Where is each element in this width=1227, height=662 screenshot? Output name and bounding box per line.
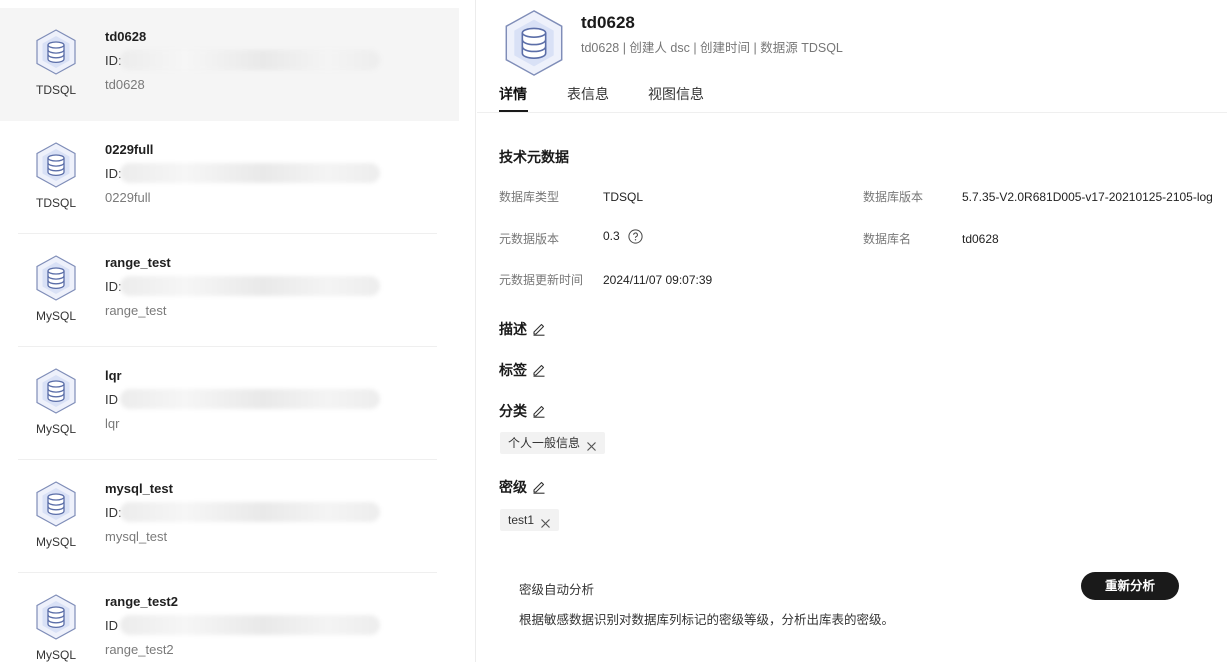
tags-section: 标签 <box>499 360 546 380</box>
db-id-redacted <box>120 502 380 522</box>
db-subtitle: lqr <box>105 416 120 431</box>
db-id-label: ID <box>105 392 118 407</box>
category-tag-label: 个人一般信息 <box>508 436 581 450</box>
close-icon[interactable] <box>586 437 597 459</box>
auto-analysis-description: 根据敏感数据识别对数据库列标记的密级等级，分析出库表的密级。 <box>519 613 895 627</box>
auto-analysis-box: 密级自动分析 重新分析 根据敏感数据识别对数据库列标记的密级等级，分析出库表的密… <box>499 564 1209 634</box>
db-type-label: MySQL <box>35 422 76 436</box>
db-name: lqr <box>105 368 122 383</box>
tab-view-info[interactable]: 视图信息 <box>648 84 704 104</box>
tech-metadata-title: 技术元数据 <box>499 149 569 165</box>
database-icon <box>34 593 78 641</box>
edit-pencil-icon[interactable] <box>532 363 546 380</box>
database-icon <box>34 480 78 528</box>
database-icon <box>34 28 78 76</box>
database-icon <box>501 8 567 78</box>
security-level-title: 密级 <box>499 479 527 495</box>
meta-update-time-label: 元数据更新时间 <box>499 273 584 287</box>
category-title: 分类 <box>499 403 527 419</box>
edit-pencil-icon[interactable] <box>532 480 546 497</box>
tab-bar-divider <box>477 112 1227 113</box>
db-list-item-0229full[interactable]: TDSQL 0229full ID: 0229full <box>0 121 459 234</box>
db-name: mysql_test <box>105 481 173 496</box>
db-list-item-range_test2[interactable]: MySQL range_test2 ID range_test2 <box>0 573 459 662</box>
db-list-item-lqr[interactable]: MySQL lqr ID lqr <box>0 347 459 460</box>
db-subtitle: range_test <box>105 303 167 318</box>
db-id-redacted <box>120 50 380 70</box>
tab-details[interactable]: 详情 <box>499 84 527 104</box>
db-list-item-range_test[interactable]: MySQL range_test ID: range_test <box>0 234 459 347</box>
db-subtitle: 0229full <box>105 190 151 205</box>
db-type-value: TDSQL <box>603 190 644 204</box>
edit-pencil-icon[interactable] <box>532 322 546 339</box>
db-type-label: TDSQL <box>35 196 76 210</box>
close-icon[interactable] <box>540 514 551 536</box>
meta-version-label: 元数据版本 <box>499 232 560 246</box>
db-type-label: MySQL <box>35 648 76 662</box>
db-subtitle: range_test2 <box>105 642 174 657</box>
reanalyze-button[interactable]: 重新分析 <box>1081 572 1179 600</box>
security-level-tag: test1 <box>500 509 560 531</box>
auto-analysis-title: 密级自动分析 <box>519 583 595 597</box>
db-name: range_test2 <box>105 594 178 609</box>
db-type-label: MySQL <box>35 309 76 323</box>
db-type-label: TDSQL <box>35 83 76 97</box>
db-id-label: ID <box>105 618 118 633</box>
db-name: td0628 <box>105 29 147 44</box>
description-section: 描述 <box>499 319 546 339</box>
db-type-label: 数据库类型 <box>499 190 560 204</box>
edit-pencil-icon[interactable] <box>532 404 546 421</box>
help-question-icon[interactable] <box>628 229 643 244</box>
db-id-redacted <box>120 389 380 409</box>
db-name: 0229full <box>105 142 154 157</box>
db-version-label: 数据库版本 <box>863 190 924 204</box>
db-id-redacted <box>120 163 380 183</box>
security-level-section: 密级 <box>499 477 546 497</box>
tab-table-info[interactable]: 表信息 <box>567 84 609 104</box>
database-icon <box>34 254 78 302</box>
database-icon <box>34 367 78 415</box>
database-detail-panel: td0628 td0628 | 创建人 dsc | 创建时间 | 数据源 TDS… <box>477 0 1227 662</box>
db-type-label: MySQL <box>35 535 76 549</box>
database-list: TDSQL td0628 ID: td0628 TDSQL 0229full I… <box>0 0 476 662</box>
db-list-item-mysql_test[interactable]: MySQL mysql_test ID: mysql_test <box>0 460 459 573</box>
db-name-value: td0628 <box>962 232 999 246</box>
page-title: td0628 <box>581 13 635 32</box>
db-version-value: 5.7.35-V2.0R681D005-v17-20210125-2105-lo… <box>962 190 1213 204</box>
category-tag: 个人一般信息 <box>500 432 606 454</box>
tags-title: 标签 <box>499 362 527 378</box>
database-icon <box>34 141 78 189</box>
db-list-item-td0628[interactable]: TDSQL td0628 ID: td0628 <box>0 8 459 121</box>
db-name: range_test <box>105 255 171 270</box>
db-subtitle: mysql_test <box>105 529 168 544</box>
db-name-label: 数据库名 <box>863 232 912 246</box>
description-title: 描述 <box>499 321 527 337</box>
security-level-tag-label: test1 <box>508 513 535 527</box>
meta-version-value: 0.3 <box>603 229 620 243</box>
page-meta: td0628 | 创建人 dsc | 创建时间 | 数据源 TDSQL <box>581 41 843 55</box>
active-tab-indicator <box>499 110 528 112</box>
db-id-redacted <box>120 276 380 296</box>
category-section: 分类 <box>499 401 546 421</box>
db-subtitle: td0628 <box>105 77 145 92</box>
db-id-redacted <box>120 615 380 635</box>
meta-update-time-value: 2024/11/07 09:07:39 <box>603 273 713 287</box>
